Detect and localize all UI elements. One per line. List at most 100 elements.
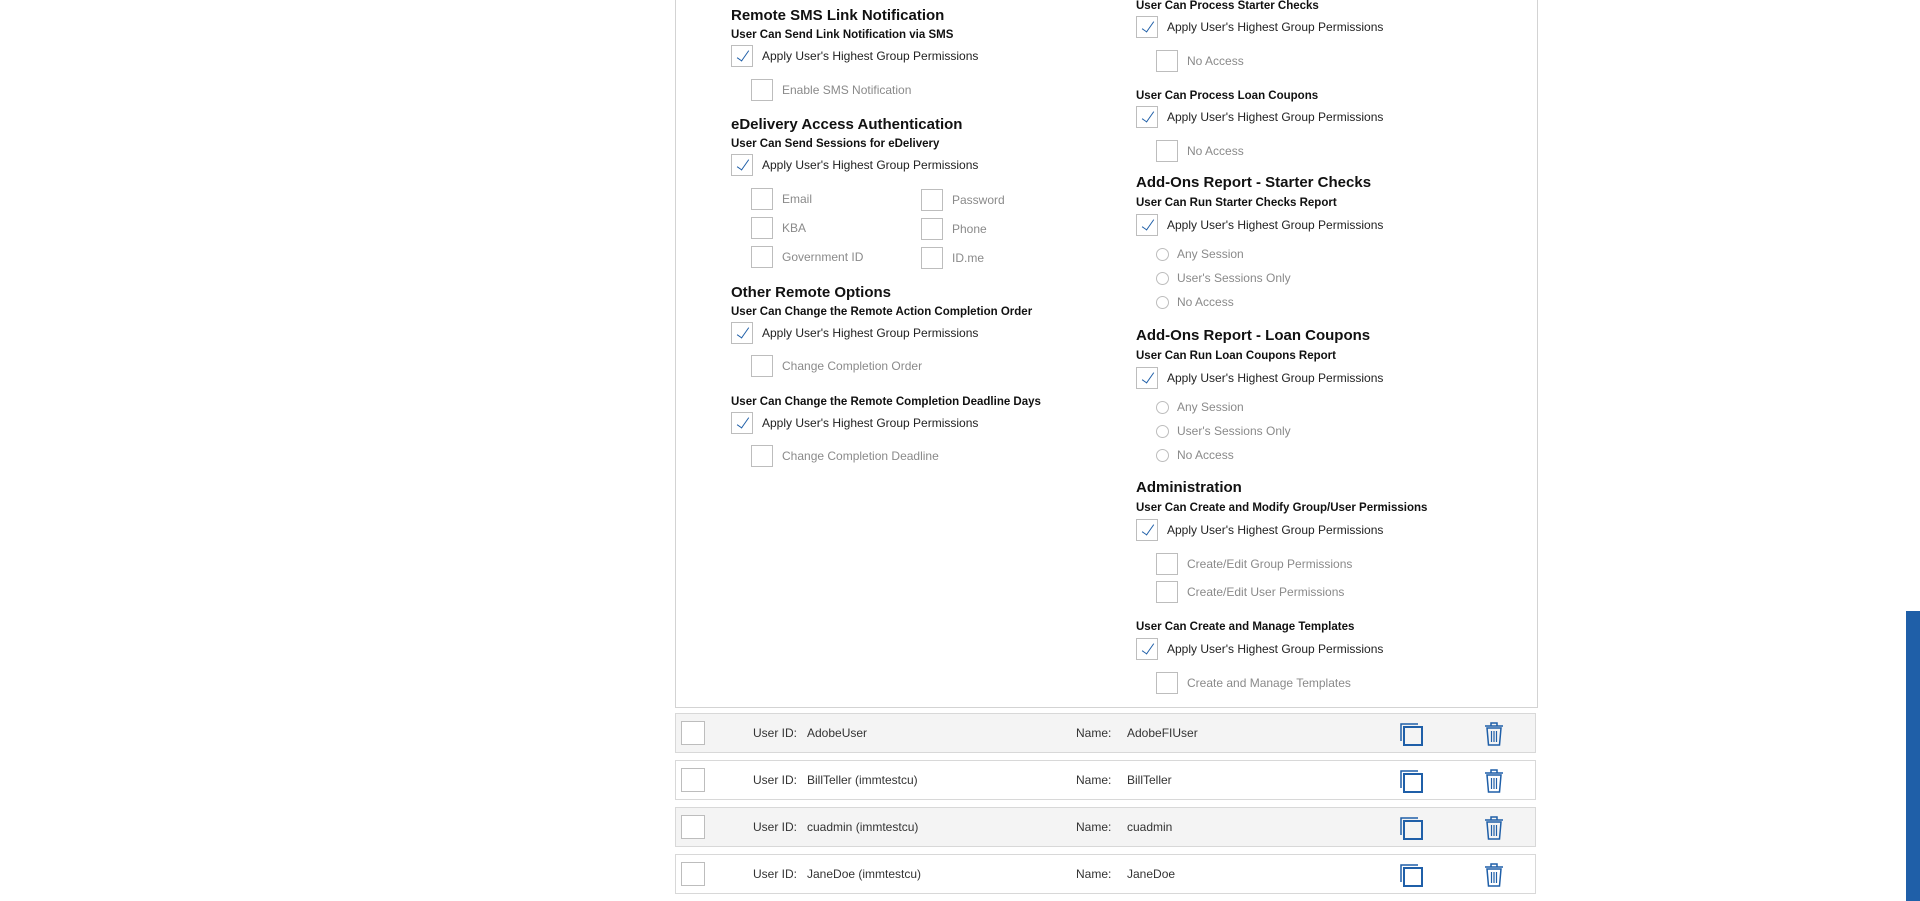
apply-permissions-coupon-report[interactable]: Apply User's Highest Group Permissions <box>1136 366 1383 390</box>
row-select-checkbox[interactable] <box>681 862 705 886</box>
section-title-edelivery: eDelivery Access Authentication <box>731 116 963 133</box>
name-label: Name: <box>1076 773 1112 787</box>
radio-starter-any-session[interactable]: Any Session <box>1156 242 1244 266</box>
option-manage-templates[interactable]: Create and Manage Templates <box>1156 671 1351 695</box>
radio[interactable] <box>1156 400 1169 414</box>
checkbox-label: Change Completion Order <box>782 359 923 373</box>
checkbox-label: Apply User's Highest Group Permissions <box>1167 218 1384 232</box>
checkbox[interactable] <box>1156 553 1178 575</box>
subsection-completion-order: User Can Change the Remote Action Comple… <box>731 306 1033 318</box>
option-government-id[interactable]: Government ID <box>751 245 863 269</box>
checkbox[interactable] <box>1136 106 1158 128</box>
radio[interactable] <box>1156 424 1169 438</box>
checkbox[interactable] <box>1136 214 1158 236</box>
option-edit-user-permissions[interactable]: Create/Edit User Permissions <box>1156 580 1344 604</box>
radio-label: User's Sessions Only <box>1177 424 1291 438</box>
radio-starter-users-sessions[interactable]: User's Sessions Only <box>1156 266 1291 290</box>
trash-icon[interactable] <box>1482 862 1506 888</box>
checkbox[interactable] <box>751 445 773 467</box>
trash-icon[interactable] <box>1482 815 1506 841</box>
checkbox[interactable] <box>1136 519 1158 541</box>
checkbox[interactable] <box>921 247 943 269</box>
row-select-checkbox[interactable] <box>681 815 705 839</box>
copy-icon[interactable] <box>1398 815 1424 841</box>
checkbox[interactable] <box>731 322 753 344</box>
checkbox[interactable] <box>921 189 943 211</box>
table-row[interactable]: User ID: BillTeller (immtestcu) Name: Bi… <box>675 760 1536 800</box>
checkbox-label: Apply User's Highest Group Permissions <box>1167 642 1384 656</box>
option-enable-sms[interactable]: Enable SMS Notification <box>751 78 911 102</box>
name-value: AdobeFIUser <box>1127 726 1198 740</box>
checkbox[interactable] <box>731 412 753 434</box>
checkbox-label: Apply User's Highest Group Permissions <box>1167 523 1384 537</box>
radio[interactable] <box>1156 247 1169 261</box>
option-change-completion-order[interactable]: Change Completion Order <box>751 354 922 378</box>
scrollbar-thumb[interactable] <box>1906 611 1920 901</box>
option-coupons-no-access[interactable]: No Access <box>1156 139 1244 163</box>
checkbox[interactable] <box>1136 638 1158 660</box>
table-row[interactable]: User ID: AdobeUser Name: AdobeFIUser <box>675 713 1536 753</box>
checkbox[interactable] <box>751 355 773 377</box>
trash-icon[interactable] <box>1482 768 1506 794</box>
apply-permissions-edelivery[interactable]: Apply User's Highest Group Permissions <box>731 153 978 177</box>
radio-coupon-no-access[interactable]: No Access <box>1156 443 1234 467</box>
checkbox-label: No Access <box>1187 54 1244 68</box>
checkbox[interactable] <box>1156 140 1178 162</box>
row-select-checkbox[interactable] <box>681 721 705 745</box>
checkbox-label: Apply User's Highest Group Permissions <box>762 49 979 63</box>
radio[interactable] <box>1156 295 1169 309</box>
table-row[interactable]: User ID: JaneDoe (immtestcu) Name: JaneD… <box>675 854 1536 894</box>
checkbox[interactable] <box>1136 367 1158 389</box>
option-edit-group-permissions[interactable]: Create/Edit Group Permissions <box>1156 552 1352 576</box>
checkbox[interactable] <box>1156 50 1178 72</box>
checkbox[interactable] <box>1156 672 1178 694</box>
option-starter-no-access[interactable]: No Access <box>1156 49 1244 73</box>
checkbox-label: Phone <box>952 222 987 236</box>
apply-permissions-admin[interactable]: Apply User's Highest Group Permissions <box>1136 518 1383 542</box>
copy-icon[interactable] <box>1398 768 1424 794</box>
trash-icon[interactable] <box>1482 721 1506 747</box>
checkbox[interactable] <box>1136 16 1158 38</box>
radio-starter-no-access[interactable]: No Access <box>1156 290 1234 314</box>
radio-label: Any Session <box>1177 400 1244 414</box>
apply-permissions-sms[interactable]: Apply User's Highest Group Permissions <box>731 44 978 68</box>
checkbox[interactable] <box>731 45 753 67</box>
checkbox-label: Government ID <box>782 250 864 264</box>
permissions-panel: Remote SMS Link Notification User Can Se… <box>675 0 1538 708</box>
checkbox[interactable] <box>751 188 773 210</box>
apply-permissions-completion-order[interactable]: Apply User's Highest Group Permissions <box>731 321 978 345</box>
copy-icon[interactable] <box>1398 721 1424 747</box>
checkbox-label: Email <box>782 192 813 206</box>
section-title-starter-report: Add-Ons Report - Starter Checks <box>1136 174 1372 191</box>
apply-permissions-completion-deadline[interactable]: Apply User's Highest Group Permissions <box>731 411 978 435</box>
checkbox-label: Change Completion Deadline <box>782 449 939 463</box>
table-row[interactable]: User ID: cuadmin (immtestcu) Name: cuadm… <box>675 807 1536 847</box>
radio-coupon-any-session[interactable]: Any Session <box>1156 395 1244 419</box>
checkbox[interactable] <box>751 217 773 239</box>
checkbox[interactable] <box>751 79 773 101</box>
option-kba[interactable]: KBA <box>751 216 806 240</box>
user-id-label: User ID: <box>753 820 798 834</box>
radio[interactable] <box>1156 448 1169 462</box>
row-select-checkbox[interactable] <box>681 768 705 792</box>
option-change-completion-deadline[interactable]: Change Completion Deadline <box>751 444 939 468</box>
checkbox-label: No Access <box>1187 144 1244 158</box>
option-email[interactable]: Email <box>751 187 812 211</box>
name-label: Name: <box>1076 867 1112 881</box>
section-title-other-remote: Other Remote Options <box>731 284 892 301</box>
checkbox[interactable] <box>1156 581 1178 603</box>
user-id-value: JaneDoe (immtestcu) <box>807 867 922 881</box>
apply-permissions-starter-checks[interactable]: Apply User's Highest Group Permissions <box>1136 15 1383 39</box>
apply-permissions-templates[interactable]: Apply User's Highest Group Permissions <box>1136 637 1383 661</box>
checkbox[interactable] <box>921 218 943 240</box>
apply-permissions-starter-report[interactable]: Apply User's Highest Group Permissions <box>1136 213 1383 237</box>
option-password[interactable]: Password <box>921 188 1005 212</box>
radio[interactable] <box>1156 271 1169 285</box>
apply-permissions-loan-coupons[interactable]: Apply User's Highest Group Permissions <box>1136 105 1383 129</box>
copy-icon[interactable] <box>1398 862 1424 888</box>
checkbox[interactable] <box>751 246 773 268</box>
checkbox[interactable] <box>731 154 753 176</box>
option-idme[interactable]: ID.me <box>921 246 984 270</box>
option-phone[interactable]: Phone <box>921 217 987 241</box>
radio-coupon-users-sessions[interactable]: User's Sessions Only <box>1156 419 1291 443</box>
